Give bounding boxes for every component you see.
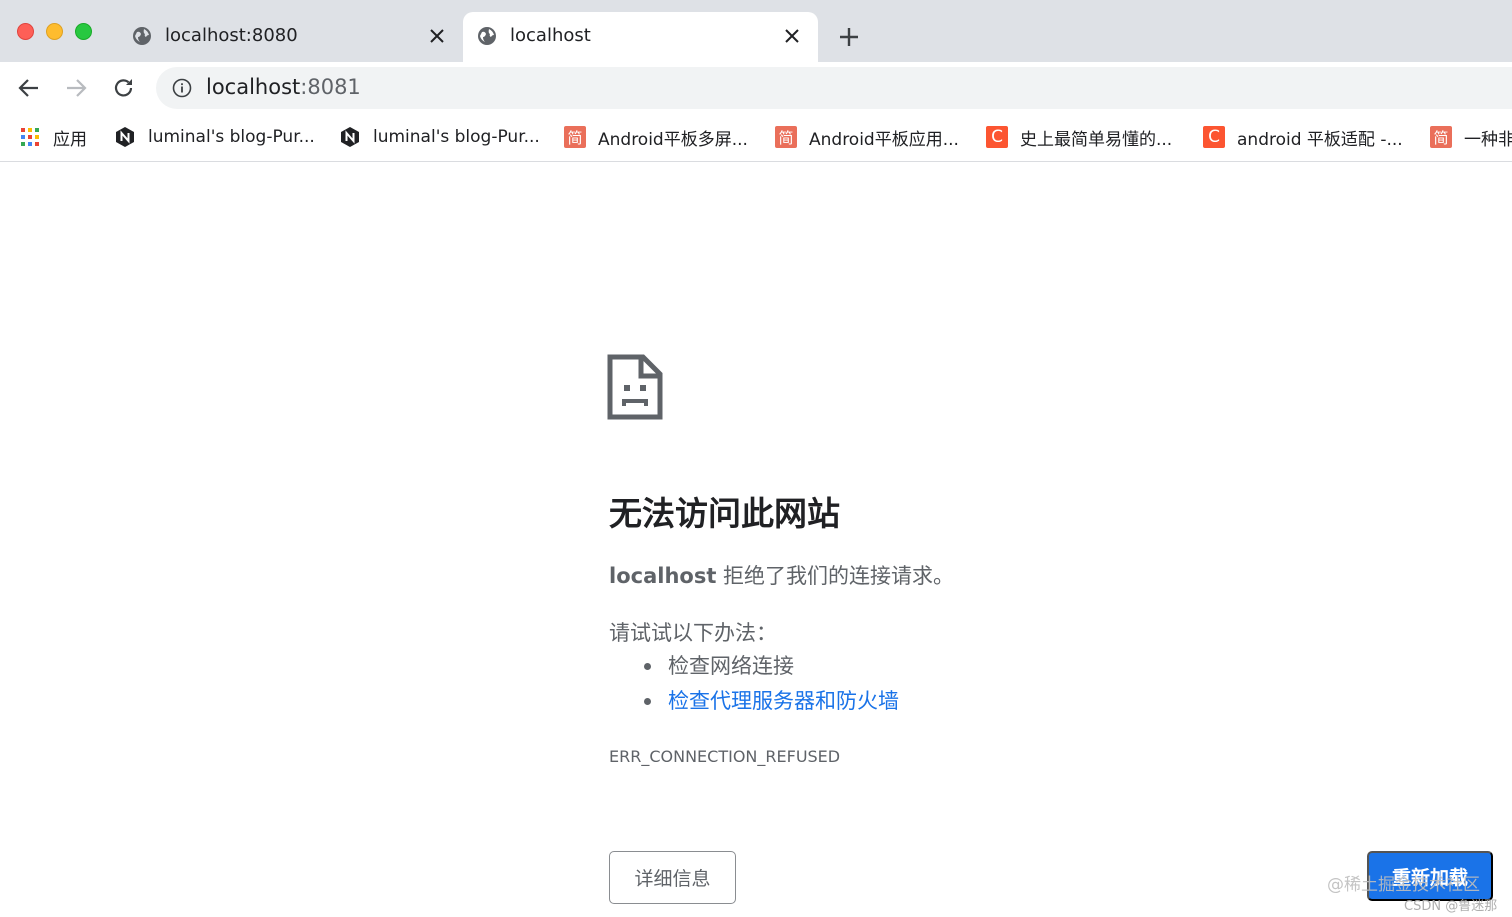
close-tab-icon[interactable]	[780, 24, 804, 48]
url-port: :8081	[300, 75, 361, 99]
error-description: localhost 拒绝了我们的连接请求。	[609, 560, 954, 590]
bookmark-simplest-guide[interactable]: C 史上最简单易懂的...	[986, 124, 1172, 150]
suggestion-check-network: 检查网络连接	[641, 652, 899, 687]
forward-button[interactable]	[62, 74, 90, 102]
suggestions-title: 请试试以下办法：	[609, 621, 777, 645]
new-tab-button[interactable]	[836, 24, 862, 50]
toolbar: localhost:8081	[0, 62, 1512, 114]
globe-icon	[133, 27, 151, 45]
globe-icon	[478, 27, 496, 45]
bookmark-label: Android平板多屏...	[598, 129, 748, 150]
watermark-juejin: @稀土掘金技术社区	[1327, 875, 1480, 895]
arrow-left-icon	[18, 79, 38, 97]
back-button[interactable]	[15, 74, 43, 102]
jianshu-icon: 简	[1430, 126, 1452, 148]
address-bar[interactable]: localhost:8081	[156, 67, 1512, 109]
csdn-icon: C	[1203, 126, 1225, 148]
bookmark-label: luminal's blog-Pur...	[373, 127, 540, 147]
csdn-icon: C	[986, 126, 1008, 148]
reload-button[interactable]	[110, 74, 138, 102]
info-icon[interactable]	[172, 78, 192, 98]
bookmark-label: 史上最简单易懂的...	[1020, 129, 1173, 150]
close-tab-icon[interactable]	[425, 24, 449, 48]
close-window-button[interactable]	[17, 23, 34, 40]
watermark-csdn: CSDN @鲁迷那	[1404, 899, 1498, 914]
minimize-window-button[interactable]	[46, 23, 63, 40]
apps-grid-icon	[19, 126, 41, 148]
url-host: localhost	[206, 75, 301, 99]
tab-title: localhost:8080	[165, 25, 298, 46]
suggestion-check-proxy-link[interactable]: 检查代理服务器和防火墙	[641, 687, 899, 722]
error-heading: 无法访问此网站	[609, 494, 840, 533]
bookmark-android-tablet-adapt[interactable]: C android 平板适配 -...	[1203, 124, 1403, 150]
bookmark-label: luminal's blog-Pur...	[148, 127, 315, 147]
bookmark-yizhong[interactable]: 简 一种非	[1430, 124, 1512, 150]
bookmark-apps[interactable]: 应用	[19, 124, 87, 150]
error-description-text: 拒绝了我们的连接请求。	[716, 564, 955, 588]
details-button[interactable]: 详细信息	[609, 851, 736, 904]
jianshu-icon: 简	[775, 126, 797, 148]
url-text[interactable]: localhost:8081	[206, 75, 361, 99]
arrow-right-icon	[67, 79, 87, 97]
zoom-window-button[interactable]	[75, 23, 92, 40]
jianshu-icon: 简	[564, 126, 586, 148]
bookmark-label: 一种非	[1464, 129, 1512, 150]
sad-page-icon	[607, 354, 663, 420]
suggestions-list: 检查网络连接 检查代理服务器和防火墙	[641, 652, 899, 722]
error-host: localhost	[609, 564, 717, 588]
tab-strip: localhost:8080 localhost	[0, 0, 1512, 62]
bookmark-luminal-blog-2[interactable]: luminal's blog-Pur...	[339, 124, 540, 150]
n-logo-icon	[114, 126, 136, 148]
plus-icon	[840, 28, 858, 46]
bookmark-label: android 平板适配 -...	[1237, 129, 1403, 150]
bookmark-luminal-blog-1[interactable]: luminal's blog-Pur...	[114, 124, 315, 150]
bookmark-android-tablet-app[interactable]: 简 Android平板应用...	[775, 124, 959, 150]
error-code: ERR_CONNECTION_REFUSED	[609, 747, 841, 766]
bookmark-label: Android平板应用...	[809, 129, 959, 150]
bookmark-label: 应用	[53, 129, 87, 150]
n-logo-icon	[339, 126, 361, 148]
refresh-icon	[114, 79, 133, 97]
bookmark-android-multiscreen[interactable]: 简 Android平板多屏...	[564, 124, 748, 150]
tab-localhost[interactable]: localhost	[463, 12, 818, 62]
tab-localhost-8080[interactable]: localhost:8080	[118, 12, 463, 62]
tab-title: localhost	[510, 25, 591, 46]
bookmarks-bar: 应用 luminal's blog-Pur... luminal's blog-…	[0, 114, 1512, 162]
